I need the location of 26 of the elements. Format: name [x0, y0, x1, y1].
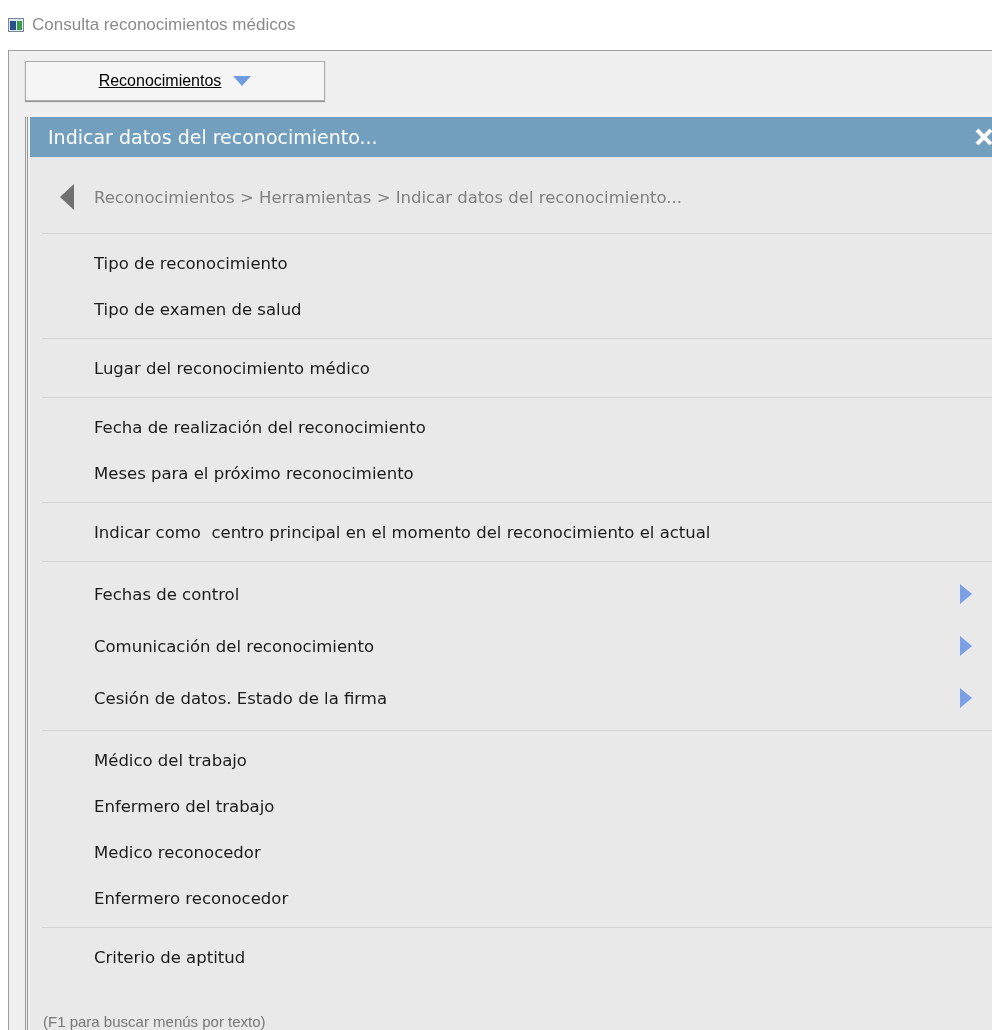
app-icon — [8, 18, 24, 32]
menu-item[interactable]: Tipo de reconocimiento — [42, 240, 992, 286]
menu-button[interactable]: Reconocimientos — [25, 61, 325, 101]
panel-title: Indicar datos del reconocimiento... — [48, 126, 378, 148]
breadcrumb: Reconocimientos > Herramientas > Indicar datos del reconocimiento... — [94, 187, 682, 207]
submenu-arrow-icon — [960, 636, 972, 656]
menu-item[interactable]: Criterio de aptitud — [42, 934, 992, 980]
menu-item[interactable]: Fecha de realización del reconocimiento — [42, 404, 992, 450]
menu-item[interactable]: Tipo de examen de salud — [42, 286, 992, 332]
menu-item[interactable]: Fechas de control — [42, 568, 992, 620]
caret-icon — [233, 76, 252, 86]
menu-item[interactable]: Cesión de datos. Estado de la firma — [42, 672, 992, 724]
submenu-arrow-icon — [960, 688, 972, 708]
menu-item[interactable]: Indicar como centro principal en el momento del reconocimiento el actual — [42, 509, 992, 555]
menu-item[interactable]: Comunicación del reconocimiento — [42, 620, 992, 672]
menu-item[interactable]: Enfermero reconocedor — [42, 875, 992, 921]
close-icon[interactable] — [974, 127, 992, 147]
menu-item[interactable]: Lugar del reconocimiento médico — [42, 345, 992, 391]
menu-item[interactable]: Meses para el próximo reconocimiento — [42, 450, 992, 496]
menu-item[interactable]: Enfermero del trabajo — [42, 783, 992, 829]
back-icon[interactable] — [60, 184, 74, 210]
hint-text: (F1 para buscar menús por texto) — [42, 1013, 267, 1030]
submenu-arrow-icon — [960, 584, 972, 604]
menu-item[interactable]: Médico del trabajo — [42, 737, 992, 783]
window-title: Consulta reconocimientos médicos — [32, 15, 296, 35]
menu-item[interactable]: Medico reconocedor — [42, 829, 992, 875]
